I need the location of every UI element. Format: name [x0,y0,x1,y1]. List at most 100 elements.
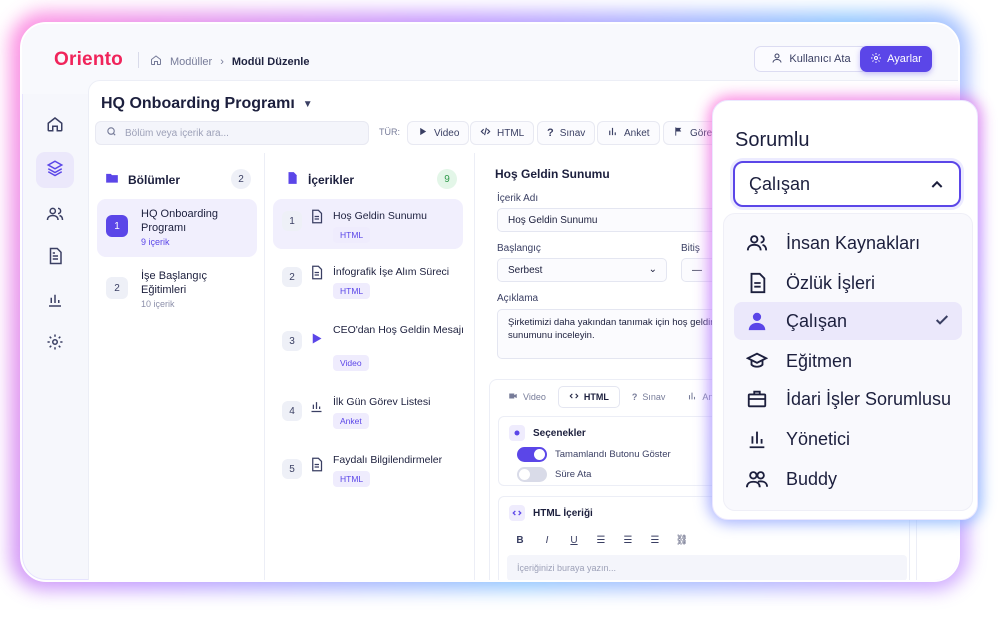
responsible-select-value: Çalışan [749,173,811,194]
tab-html-label: HTML [583,392,609,402]
html-editor[interactable]: İçeriğinizi buraya yazın... [507,555,907,580]
settings-label: Ayarlar [887,53,922,65]
rail-settings[interactable] [36,326,74,362]
code-icon [569,391,579,403]
home-icon[interactable] [150,54,162,69]
toggle-knob [534,449,545,460]
tab-video-label: Video [523,392,546,402]
search-box[interactable]: Bölüm veya içerik ara... [95,121,369,145]
numbered-list-icon[interactable]: ☰ [621,535,635,546]
caret-down-icon: ▼ [302,98,313,110]
start-label: Başlangıç [497,243,541,254]
content-type-tabs: Video HTML ? Sınav Anket [498,386,735,408]
breadcrumb-modules[interactable]: Modüller [170,56,212,68]
underline-button[interactable]: U [567,535,581,546]
content-type-tag: HTML [333,471,371,487]
section-item[interactable]: 2 İşe Başlangıç Eğitimleri 10 içerik [97,261,257,319]
rail-documents[interactable] [36,240,74,276]
bold-button[interactable]: B [513,535,527,546]
options-header: Seçenekler [509,425,586,441]
content-item[interactable]: 3 CEO'dan Hoş Geldin Mesajı Video [273,313,464,375]
section-number: 2 [106,277,128,299]
time-limit-toggle[interactable] [517,467,547,482]
content-number: 5 [282,459,302,479]
settings-button[interactable]: Ayarlar [860,46,932,72]
assign-user-button[interactable]: Kullanıcı Ata [754,46,868,72]
play-icon [417,126,428,140]
content-number: 3 [282,331,302,351]
responsible-select[interactable]: Çalışan [733,161,961,207]
align-icon[interactable]: ☰ [648,535,662,546]
type-survey-button[interactable]: Anket [597,121,660,145]
content-name-label: İçerik Adı [497,193,539,204]
sections-column: Bölümler 2 1 HQ Onboarding Programı 9 iç… [89,153,265,580]
content-item[interactable]: 5 Faydalı Bilgilendirmeler HTML [273,443,463,493]
complete-button-toggle[interactable] [517,447,547,462]
document-icon [46,247,64,270]
option-trainer[interactable]: Eğitmen [734,342,962,380]
type-html-button[interactable]: HTML [470,121,535,145]
tab-video[interactable]: Video [498,386,556,408]
rail-users[interactable] [36,198,74,234]
option-hr[interactable]: İnsan Kaynakları [734,224,962,262]
type-video-button[interactable]: Video [407,121,470,145]
type-html-label: HTML [497,127,525,139]
program-title[interactable]: HQ Onboarding Programı ▼ [101,95,313,113]
responsible-dropdown: Sorumlu Çalışan İnsan Kaynakları Özlük İ… [708,96,982,524]
content-title: İlk Gün Görev Listesi [333,396,431,408]
graduation-cap-icon [745,350,769,372]
option-manager[interactable]: Yönetici [734,420,962,458]
sections-count-badge: 2 [231,169,251,189]
search-placeholder: Bölüm veya içerik ara... [125,127,229,139]
option-label: İnsan Kaynakları [786,233,921,253]
detail-title: Hoş Geldin Sunumu [495,167,610,181]
chart-icon [607,126,618,140]
play-icon [309,331,325,347]
tab-html[interactable]: HTML [557,386,620,408]
option-buddy[interactable]: Buddy [734,460,962,498]
rail-reports[interactable] [36,284,74,320]
option-personnel[interactable]: Özlük İşleri [734,264,962,302]
chevron-right-icon: › [220,55,224,68]
content-item[interactable]: 2 İnfografik İşe Alım Süreci HTML [273,255,463,305]
content-number: 2 [282,267,302,287]
responsible-options: İnsan Kaynakları Özlük İşleri Çalışan Eğ… [723,213,973,511]
type-quiz-label: Sınav [559,127,586,139]
layers-icon [46,159,64,182]
sections-title: Bölümler [128,172,181,187]
section-item[interactable]: 1 HQ Onboarding Programı 9 içerik [97,199,257,257]
content-type-tag: HTML [333,283,371,299]
program-title-text: HQ Onboarding Programı [101,95,295,112]
left-rail [34,94,78,574]
link-icon[interactable]: ⛓ [675,535,689,546]
document-icon [309,457,325,473]
search-icon [106,126,117,140]
start-select[interactable]: Serbest ⌄ [497,258,667,282]
start-select-value: Serbest [508,264,543,276]
brand-logo[interactable]: Oriento [54,49,123,71]
content-item[interactable]: 1 Hoş Geldin Sunumu HTML [273,199,463,249]
italic-button[interactable]: I [540,535,554,546]
contents-header: İçerikler [285,171,354,188]
rail-modules[interactable] [36,152,74,188]
users-icon [746,232,768,254]
option-label: Özlük İşleri [786,273,876,293]
option-admin[interactable]: İdari İşler Sorumlusu [734,380,962,418]
content-item[interactable]: 4 İlk Gün Görev Listesi Anket [273,385,463,435]
code-icon [480,126,491,140]
tab-quiz[interactable]: ? Sınav [622,386,676,408]
section-count: 10 içerik [141,299,175,309]
rail-home[interactable] [36,108,74,144]
content-type-tag: HTML [333,227,371,243]
flag-icon [673,126,684,140]
contents-count-badge: 9 [437,169,457,189]
breadcrumb: Modüller › Modül Düzenle [150,54,309,69]
html-content-header: HTML İçeriği [509,505,593,521]
option-label: Yönetici [786,429,851,449]
option-label: Çalışan [786,311,848,331]
type-quiz-button[interactable]: ? Sınav [537,121,596,145]
bullet-list-icon[interactable]: ☰ [594,535,608,546]
question-icon: ? [547,127,554,139]
app-stage: Oriento Modüller › Modül Düzenle Kullanı… [0,0,1000,619]
option-employee[interactable]: Çalışan [734,302,962,340]
